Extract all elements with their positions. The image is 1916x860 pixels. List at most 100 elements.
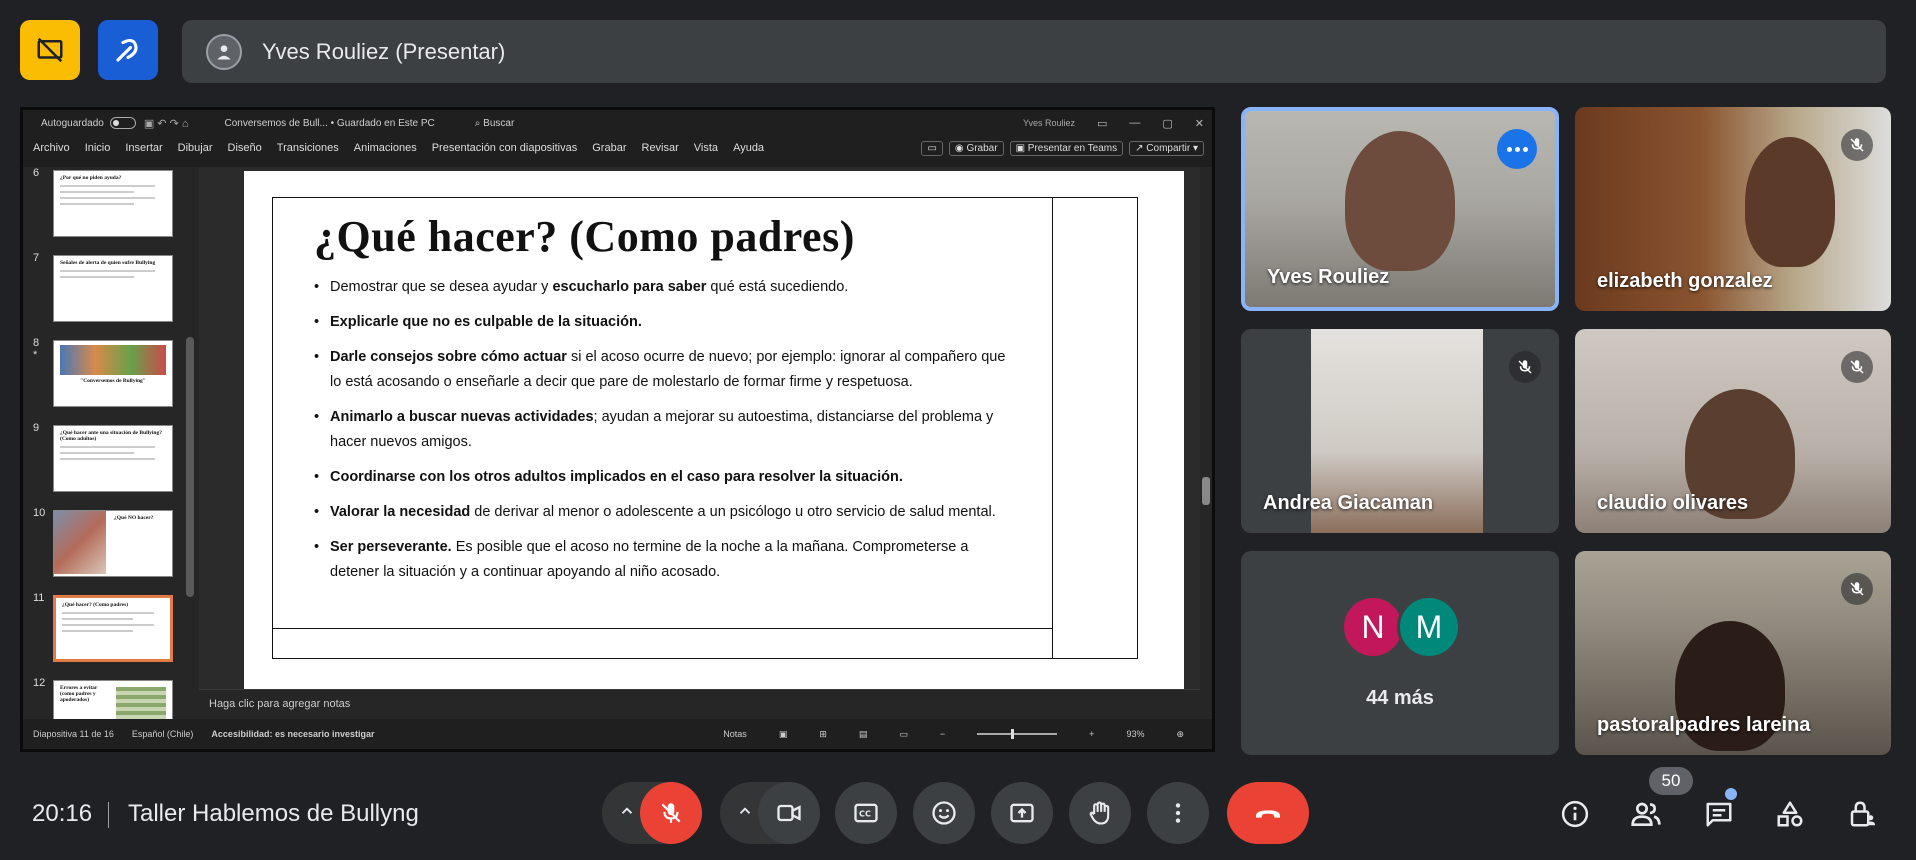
thumbnail-10[interactable]: 10 ¿Qué NO hacer?: [23, 507, 199, 577]
svg-text:CC: CC: [859, 809, 871, 819]
participant-tile-andrea[interactable]: Andrea Giacaman: [1241, 329, 1559, 533]
slide-bullet: Demostrar que se desea ayudar y escuchar…: [314, 275, 1014, 300]
thumbnail-6[interactable]: 6 ¿Por qué no piden ayuda?: [23, 167, 199, 237]
teams-label: Presentar en Teams: [1027, 142, 1118, 154]
reactions-button[interactable]: [913, 782, 975, 844]
menu-insertar[interactable]: Insertar: [125, 142, 162, 154]
thumbnail-number: 7: [33, 252, 40, 264]
thumbnail-8[interactable]: 8 * "Conversemos de Bullying": [23, 337, 199, 407]
autosave-toggle[interactable]: [109, 117, 136, 129]
thumbnail-7[interactable]: 7 Señales de alerta de quien sufre Bully…: [23, 252, 199, 322]
menu-vista[interactable]: Vista: [694, 142, 718, 154]
zoom-in-icon[interactable]: +: [1089, 729, 1094, 739]
participant-tile-elizabeth[interactable]: elizabeth gonzalez: [1575, 107, 1891, 311]
menu-inicio[interactable]: Inicio: [85, 142, 111, 154]
captions-button[interactable]: CC: [835, 782, 897, 844]
slide-bullet: Darle consejos sobre cómo actuar si el a…: [314, 345, 1014, 395]
presenter-name: Yves Rouliez (Presentar): [262, 38, 506, 64]
zoom-slider[interactable]: [977, 729, 1058, 739]
thumbnail-preview[interactable]: Errores a evitar (como padres y apoderad…: [53, 680, 173, 719]
share-label: Compartir: [1146, 142, 1191, 154]
stop-presenting-button[interactable]: [20, 20, 80, 80]
participant-tile-yves[interactable]: Yves Rouliez: [1241, 107, 1559, 311]
people-button[interactable]: [1624, 792, 1668, 836]
emoji-icon: [932, 801, 956, 825]
record-label: Grabar: [966, 142, 998, 154]
save-icon[interactable]: ▣ ↶ ↷ ⌂: [144, 117, 189, 130]
host-controls-button[interactable]: [1840, 792, 1884, 836]
thumbnail-9[interactable]: 9 ¿Qué hacer ante una situación de Bully…: [23, 422, 199, 492]
mic-toggle-button[interactable]: [640, 782, 702, 844]
closed-captions-icon: CC: [854, 803, 878, 823]
more-options-button[interactable]: [1147, 782, 1209, 844]
ribbon-display-icon[interactable]: ▭: [1097, 117, 1107, 130]
thumbnail-title: "Conversemos de Bullying": [80, 378, 146, 384]
participant-video: [1745, 137, 1835, 267]
zoom-level[interactable]: 93%: [1126, 729, 1144, 739]
activities-button[interactable]: [1768, 792, 1812, 836]
accessibility-status[interactable]: Accesibilidad: es necesario investigar: [211, 729, 374, 739]
chat-button[interactable]: [1697, 792, 1741, 836]
thumbnail-image: [60, 345, 166, 375]
reading-view-icon[interactable]: ▤: [859, 729, 868, 740]
thumbnail-12[interactable]: 12 Errores a evitar (como padres y apode…: [23, 677, 199, 719]
share-button[interactable]: ↗ Compartir ▾: [1129, 140, 1204, 156]
fit-slide-icon[interactable]: ⊕: [1176, 729, 1184, 740]
thumbnail-preview[interactable]: "Conversemos de Bullying": [53, 340, 173, 407]
notes-pane[interactable]: Haga clic para agregar notas: [199, 689, 1200, 719]
normal-view-icon[interactable]: ▣: [779, 729, 788, 740]
meeting-details-button[interactable]: [1553, 792, 1597, 836]
thumbnail-11[interactable]: 11 ¿Qué hacer? (Como padres): [23, 592, 199, 662]
menu-grabar[interactable]: Grabar: [592, 142, 626, 154]
present-button[interactable]: [991, 782, 1053, 844]
divider: [108, 802, 109, 828]
close-icon[interactable]: ✕: [1195, 117, 1204, 130]
record-button[interactable]: ◉ Grabar: [948, 140, 1004, 156]
notes-toggle[interactable]: Notas: [723, 729, 747, 739]
slide-title: ¿Qué hacer? (Como padres): [314, 212, 855, 261]
shared-screen: Autoguardado ▣ ↶ ↷ ⌂ Conversemos de Bull…: [20, 107, 1215, 752]
participant-tile-pastoral[interactable]: pastoralpadres lareina: [1575, 551, 1891, 755]
thumbnail-preview[interactable]: ¿Por qué no piden ayuda?: [53, 170, 173, 237]
annotate-button[interactable]: [98, 20, 158, 80]
document-title[interactable]: Conversemos de Bull... • Guardado en Est…: [224, 118, 434, 129]
search-box[interactable]: ⌕ Buscar: [475, 118, 515, 129]
slide-canvas[interactable]: ¿Qué hacer? (Como padres) Demostrar que …: [244, 171, 1184, 689]
slide-bullet: Explicarle que no es culpable de la situ…: [314, 310, 1014, 335]
menu-ayuda[interactable]: Ayuda: [733, 142, 764, 154]
leave-call-button[interactable]: [1227, 782, 1309, 844]
menu-archivo[interactable]: Archivo: [33, 142, 70, 154]
present-off-icon: [37, 37, 63, 63]
slideshow-icon[interactable]: ▭: [899, 729, 908, 740]
menu-diseno[interactable]: Diseño: [228, 142, 262, 154]
chevron-up-icon: [736, 802, 754, 825]
thumbnail-preview[interactable]: ¿Qué hacer ante una situación de Bullyin…: [53, 425, 173, 492]
avatar: M: [1397, 595, 1461, 659]
menu-presentacion[interactable]: Presentación con diapositivas: [432, 142, 578, 154]
menu-dibujar[interactable]: Dibujar: [178, 142, 213, 154]
slide-scrollbar[interactable]: [1200, 167, 1212, 719]
sorter-view-icon[interactable]: ⊞: [819, 729, 827, 740]
thumbnail-preview-selected[interactable]: ¿Qué hacer? (Como padres): [53, 595, 173, 662]
minimize-icon[interactable]: —: [1129, 117, 1140, 129]
comments-button[interactable]: ▭: [921, 140, 943, 156]
menu-transiciones[interactable]: Transiciones: [277, 142, 339, 154]
thumbnail-scrollbar[interactable]: [185, 167, 195, 719]
language[interactable]: Español (Chile): [132, 729, 194, 739]
more-options-button[interactable]: [1497, 129, 1537, 169]
zoom-out-icon[interactable]: −: [940, 729, 945, 739]
raise-hand-button[interactable]: [1069, 782, 1131, 844]
ppt-status-bar: Diapositiva 11 de 16 Español (Chile) Acc…: [23, 719, 1212, 749]
camera-toggle-button[interactable]: [758, 782, 820, 844]
thumbnail-preview[interactable]: Señales de alerta de quien sufre Bullyin…: [53, 255, 173, 322]
participant-tile-claudio[interactable]: claudio olivares: [1575, 329, 1891, 533]
present-teams-button[interactable]: ▣ Presentar en Teams: [1009, 140, 1124, 156]
menu-revisar[interactable]: Revisar: [642, 142, 679, 154]
restore-icon[interactable]: ▢: [1162, 117, 1172, 130]
ppt-workspace: 6 ¿Por qué no piden ayuda? 7 Señales de …: [23, 167, 1212, 719]
more-participants-tile[interactable]: N M 44 más: [1241, 551, 1559, 755]
thumbnail-preview[interactable]: ¿Qué NO hacer?: [53, 510, 173, 577]
lock-person-icon: [1850, 801, 1876, 827]
menu-animaciones[interactable]: Animaciones: [354, 142, 417, 154]
search-label: Buscar: [483, 117, 515, 129]
